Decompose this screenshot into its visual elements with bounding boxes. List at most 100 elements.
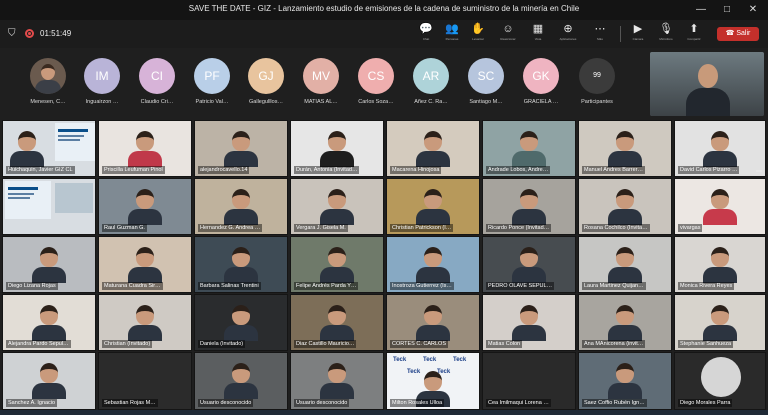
video-tile[interactable]: Christian Patrickson (I… — [386, 178, 480, 235]
avatar: CS — [358, 58, 394, 94]
video-tile[interactable]: Felipe Andrés Parda Y… — [290, 236, 384, 293]
leave-button[interactable]: ☎ Salir — [717, 27, 759, 41]
raise-hand-button[interactable]: ✋ Levantar — [464, 23, 492, 45]
participant-item[interactable]: CI Claudio Cri… — [134, 58, 180, 105]
video-tile[interactable]: Maturana Cuadra Sir… — [98, 236, 192, 293]
video-tile[interactable]: Andrade Lobos, Andre… — [482, 120, 576, 177]
close-button[interactable]: ✕ — [742, 2, 764, 18]
video-tile[interactable]: Raul Guzman G. — [98, 178, 192, 235]
participant-video — [128, 189, 162, 225]
participant-item[interactable]: GK GRACIELA … — [518, 58, 564, 105]
view-icon: ▦ — [532, 23, 544, 35]
participant-video — [512, 305, 546, 341]
participant-video — [32, 247, 66, 283]
video-tile[interactable]: CORTES C. CARLOS — [386, 294, 480, 351]
video-tile[interactable]: Teck Teck Teck Teck Teck Milton Rosales … — [386, 352, 480, 410]
video-tile[interactable]: Inostroza Gutierrez (Is… — [386, 236, 480, 293]
avatar: MV — [303, 58, 339, 94]
participant-video — [128, 305, 162, 341]
participant-item[interactable]: SC Santiago M… — [463, 58, 509, 105]
minimize-button[interactable]: — — [690, 2, 712, 18]
participant-video — [512, 189, 546, 225]
more-button[interactable]: ⋯ Más — [586, 23, 614, 45]
video-tile[interactable]: Durán, Antonia (Invitad… — [290, 120, 384, 177]
participant-video — [224, 305, 258, 341]
participant-item[interactable]: Menesen, C… — [25, 58, 71, 105]
share-button[interactable]: ⬆ Compartir — [680, 23, 708, 45]
participant-item[interactable]: AR Añez C. Ra… — [408, 58, 454, 105]
video-tile[interactable]: Diego Lizana Rojas — [2, 236, 96, 293]
video-tile[interactable]: Sebastian Rojas M… — [98, 352, 192, 410]
participant-video — [703, 131, 737, 167]
video-tile[interactable]: Monica Rivera Reyes — [674, 236, 766, 293]
video-tile[interactable]: Diaz Castillo Mauricio… — [290, 294, 384, 351]
video-tile[interactable]: PEDRO OLAVE SEPUL… — [482, 236, 576, 293]
avatar: GJ — [248, 58, 284, 94]
video-tile[interactable]: Daniela (Invitado) — [194, 294, 288, 351]
react-icon: ☺ — [502, 23, 514, 35]
participant-video — [320, 189, 354, 225]
video-tile[interactable]: Hernandez G. Andrea … — [194, 178, 288, 235]
video-tile[interactable]: Rosana Cochilco (Invita… — [578, 178, 672, 235]
view-button[interactable]: ▦ Vista — [524, 23, 552, 45]
chat-button[interactable]: 💬 Chat — [412, 23, 440, 45]
video-tile[interactable]: Vergara J. Gisela M. — [290, 178, 384, 235]
video-tile[interactable]: Laura Martinez Quijan… — [578, 236, 672, 293]
video-tile[interactable] — [2, 178, 96, 235]
video-tile[interactable]: vivargas — [674, 178, 766, 235]
avatar — [701, 357, 741, 397]
react-button[interactable]: ☺ Reaccionar — [494, 23, 522, 45]
video-tile[interactable]: Macarena Hinojosa — [386, 120, 480, 177]
participant-video — [224, 189, 258, 225]
video-tile[interactable]: David Carlos Pizarro … ⋯ — [674, 120, 766, 177]
video-tile[interactable]: Alejandra Pardo Sepul… — [2, 294, 96, 351]
participant-video — [703, 305, 737, 341]
participant-video — [416, 189, 450, 225]
people-button[interactable]: 👥 Personas — [438, 23, 466, 45]
video-tile[interactable]: Huichaquin, Javier GIZ CL — [2, 120, 96, 177]
apps-button[interactable]: ⊕ Aplicaciones — [554, 23, 582, 45]
maximize-button[interactable]: □ — [716, 2, 738, 18]
participants-overflow-button[interactable]: 99 Participantes — [574, 58, 620, 105]
video-tile[interactable]: Ricardo Ponce (Invitad… — [482, 178, 576, 235]
avatar: SC — [468, 58, 504, 94]
slide-image — [55, 183, 93, 213]
people-icon: 👥 — [445, 23, 459, 35]
participant-item[interactable]: GJ Gallegulllos… — [243, 58, 289, 105]
participant-video — [703, 189, 737, 225]
camera-button[interactable]: ▶ Cámara — [624, 23, 652, 45]
participant-item[interactable]: CS Carlos Soza… — [353, 58, 399, 105]
window-title: SAVE THE DATE - GIZ - Lanzamiento estudi… — [188, 4, 580, 13]
phone-icon: ☎ — [725, 30, 737, 37]
video-tile[interactable]: Saez Coffio Rubén Ign… — [578, 352, 672, 410]
participant-video — [320, 131, 354, 167]
share-icon: ⬆ — [689, 23, 699, 35]
video-tile[interactable]: Sanchez A. Ignacio — [2, 352, 96, 410]
video-tile[interactable]: Diego Morales Parra — [674, 352, 766, 410]
more-options-icon[interactable]: ⋯ — [756, 168, 762, 175]
participant-video — [703, 247, 737, 283]
participant-video — [224, 131, 258, 167]
participant-video — [608, 247, 642, 283]
video-tile[interactable]: Barbara Salinas Trentini — [194, 236, 288, 293]
microphone-button[interactable]: 🎙 Micrófono — [652, 23, 680, 45]
participant-item[interactable]: MV MATÍAS AL… — [298, 58, 344, 105]
video-tile[interactable]: Usuario desconocido — [290, 352, 384, 410]
video-tile[interactable]: Ana MAnicorena (invit… — [578, 294, 672, 351]
participant-item[interactable]: PF Patricio Val… — [189, 58, 235, 105]
video-tile[interactable]: Stephanie Sanhueza — [674, 294, 766, 351]
participant-video — [608, 189, 642, 225]
camera-icon: ▶ — [633, 23, 643, 35]
video-tile[interactable]: Usuario desconocido — [194, 352, 288, 410]
video-tile[interactable]: Matias Colon — [482, 294, 576, 351]
participant-video — [10, 131, 44, 167]
participant-item[interactable]: IM Inguairzon … — [79, 58, 125, 105]
video-tile[interactable]: Priscilla Leufuman Pinol — [98, 120, 192, 177]
participant-video — [512, 247, 546, 283]
hand-icon: ✋ — [471, 23, 485, 35]
video-tile[interactable]: Christian (Invitado) — [98, 294, 192, 351]
avatar: GK — [523, 58, 559, 94]
video-tile[interactable]: alejandrocavello.14 — [194, 120, 288, 177]
video-tile[interactable]: Manuel Andres Barrer… — [578, 120, 672, 177]
video-tile[interactable]: Cea Imilmaqui Lorena … — [482, 352, 576, 410]
